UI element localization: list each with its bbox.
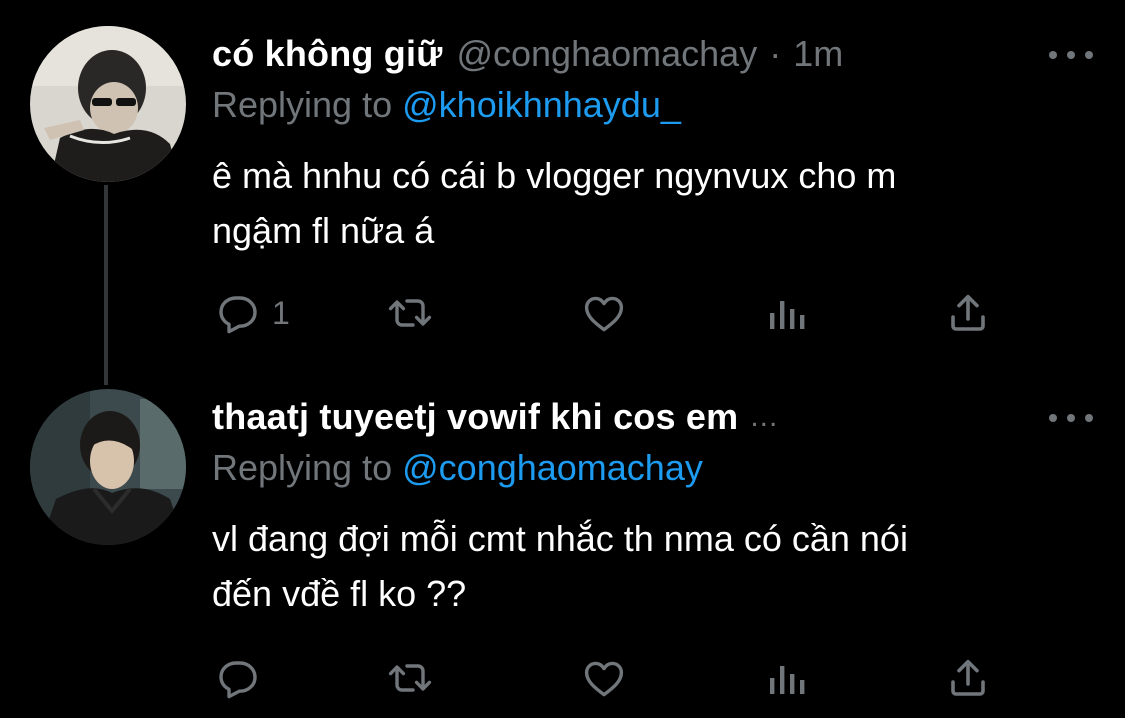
- heart-icon: [584, 296, 624, 332]
- tweet-text-line: ngậm fl nữa á: [212, 210, 435, 251]
- action-bar: [0, 653, 1125, 703]
- display-name[interactable]: thaatj tuyeetj vowif khi cos em: [212, 396, 738, 438]
- tweet-text-line: ê mà hnhu có cái b vlogger ngynvux cho m: [212, 155, 897, 196]
- reply-icon: [219, 661, 257, 699]
- tweet-text-line: đến vđề fl ko ??: [212, 573, 467, 614]
- like-button[interactable]: [580, 653, 628, 703]
- avatar[interactable]: [30, 389, 186, 545]
- heart-icon: [584, 661, 624, 697]
- tweet-text: vl đang đợi mỗi cmt nhắc th nma có cần n…: [212, 511, 1092, 621]
- replying-to-mention[interactable]: @khoikhnhaydu_: [402, 84, 681, 125]
- tweet-header: có không giữ @conghaomachay · 1m: [212, 32, 1095, 76]
- separator-dot: ·: [769, 33, 782, 74]
- share-button[interactable]: [944, 288, 992, 338]
- like-button[interactable]: [580, 288, 628, 338]
- share-icon: [951, 294, 985, 331]
- views-icon: [770, 301, 805, 329]
- views-icon: [770, 666, 805, 694]
- action-bar: 1: [0, 288, 1125, 338]
- retweet-icon: [388, 299, 432, 327]
- share-icon: [951, 659, 985, 696]
- reply-count: 1: [272, 294, 290, 331]
- replying-to-mention[interactable]: @conghaomachay: [402, 447, 703, 488]
- more-options-icon[interactable]: [1049, 40, 1093, 70]
- replying-to: Replying to @khoikhnhaydu_: [212, 84, 681, 126]
- reply-button[interactable]: 1: [214, 288, 290, 338]
- tweet-text: ê mà hnhu có cái b vlogger ngynvux cho m…: [212, 148, 1092, 258]
- retweet-button[interactable]: [386, 653, 434, 703]
- views-button[interactable]: [764, 288, 808, 338]
- timestamp[interactable]: 1m: [793, 33, 843, 75]
- tweet-1[interactable]: có không giữ @conghaomachay · 1m Replyin…: [0, 0, 1125, 385]
- share-button[interactable]: [944, 653, 992, 703]
- tweet-header: thaatj tuyeetj vowif khi cos em ...: [212, 395, 1095, 439]
- replying-to-label: Replying to: [212, 84, 393, 125]
- reply-button[interactable]: [214, 653, 272, 703]
- retweet-icon: [388, 664, 432, 692]
- replying-to-label: Replying to: [212, 447, 393, 488]
- tweet-text-line: vl đang đợi mỗi cmt nhắc th nma có cần n…: [212, 518, 908, 559]
- user-handle[interactable]: @conghaomachay: [456, 33, 757, 75]
- name-truncation: ...: [750, 400, 779, 433]
- views-button[interactable]: [764, 653, 808, 703]
- tweet-2[interactable]: thaatj tuyeetj vowif khi cos em ... Repl…: [0, 365, 1125, 718]
- avatar[interactable]: [30, 26, 186, 182]
- retweet-button[interactable]: [386, 288, 434, 338]
- more-options-icon[interactable]: [1049, 403, 1093, 433]
- avatar-image: [30, 389, 186, 545]
- reply-icon: [219, 296, 257, 334]
- thread-connector: [104, 185, 108, 385]
- display-name[interactable]: có không giữ: [212, 33, 442, 75]
- avatar-image: [30, 26, 186, 182]
- replying-to: Replying to @conghaomachay: [212, 447, 703, 489]
